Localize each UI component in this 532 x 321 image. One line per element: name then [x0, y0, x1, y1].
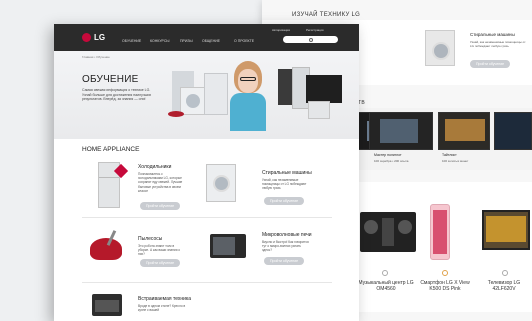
phone-image[interactable]: [430, 204, 450, 260]
back-page-heading: ИЗУЧАЙ ТЕХНИКУ LG: [292, 12, 361, 18]
search-icon: [309, 37, 313, 42]
category-desc: Познакомьтесь с холодильниками LG, котор…: [138, 172, 183, 193]
login-link[interactable]: Авторизация: [272, 28, 290, 32]
small-appliance-image: [308, 101, 330, 119]
divider: [82, 217, 332, 218]
category-desc: Вкусно и быстро! Как говорится тут о мик…: [262, 240, 309, 253]
tv-image: [306, 75, 342, 103]
back-item-title: Стиральные машины: [470, 32, 515, 37]
nav-item-training[interactable]: ОБУЧЕНИЕ: [122, 39, 141, 43]
search-input[interactable]: [283, 36, 338, 43]
tv-card-stats: 100 серебра • 200 опыта: [374, 159, 409, 163]
nav-item-prizes[interactable]: ПРИЗЫ: [180, 39, 193, 43]
tv-card-stats: 100 золотых монет: [442, 159, 469, 163]
page-title: ОБУЧЕНИЕ: [82, 74, 139, 85]
learn-button[interactable]: Пройти обучение: [264, 197, 305, 205]
presenter-face: [238, 69, 258, 93]
nav-item-about[interactable]: О ПРОЕКТЕ: [234, 39, 254, 43]
radio-icon[interactable]: [382, 270, 388, 276]
product-name[interactable]: Телевизор LG 42LF620V: [476, 280, 532, 292]
nav-item-community[interactable]: ОБЩЕНИЕ: [202, 39, 220, 43]
category-title[interactable]: Микроволновые печи: [262, 232, 312, 238]
radio-icon[interactable]: [502, 270, 508, 276]
washer-tower-image: [204, 73, 228, 115]
washer-image: [180, 87, 206, 115]
register-link[interactable]: Регистрация: [306, 28, 324, 32]
category-desc: Узнай, как незаменимые помощницы от LG п…: [262, 178, 307, 191]
front-page: LG ОБУЧЕНИЕ КОНКУРСЫ ПРИЗЫ ОБЩЕНИЕ О ПРО…: [54, 24, 359, 321]
washer-image[interactable]: [206, 164, 236, 202]
microwave-image[interactable]: [210, 234, 246, 258]
category-desc: Вроде в одном стиле? Кресло в кухне с ва…: [138, 304, 186, 313]
tv-card-title: Мастер полиглот: [374, 153, 402, 157]
product-name[interactable]: Смартфон LG X View K500 DS Pink: [418, 280, 472, 292]
tv-section-label: ТВ: [358, 100, 365, 106]
tv-thumbnail[interactable]: [438, 112, 490, 150]
tv-thumbnail[interactable]: [494, 112, 532, 150]
nav-item-contests[interactable]: КОНКУРСЫ: [150, 39, 169, 43]
top-navigation: LG ОБУЧЕНИЕ КОНКУРСЫ ПРИЗЫ ОБЩЕНИЕ О ПРО…: [54, 24, 359, 51]
breadcrumb[interactable]: Главная • Обучение: [82, 55, 110, 59]
back-washer-image: [425, 30, 455, 66]
divider: [82, 282, 332, 283]
learn-button[interactable]: Пройти обучение: [264, 257, 305, 265]
tv-thumbnail[interactable]: [369, 112, 433, 150]
category-title[interactable]: Стиральные машины: [262, 170, 312, 176]
robot-vacuum-image: [168, 111, 184, 117]
section-title: HOME APPLIANCE: [82, 146, 140, 153]
back-learn-button[interactable]: Пройти обучение: [470, 60, 511, 68]
category-title[interactable]: Встраиваемая техника: [138, 296, 191, 302]
logo-text[interactable]: LG: [94, 33, 105, 42]
category-title[interactable]: Холодильники: [138, 164, 171, 170]
presenter-shirt: [230, 93, 266, 131]
vacuum-image[interactable]: [90, 238, 122, 260]
tv-image[interactable]: [482, 210, 530, 250]
radio-icon[interactable]: [442, 270, 448, 276]
tv-card-title: Тайтлист: [442, 153, 457, 157]
category-title[interactable]: Пылесосы: [138, 236, 162, 242]
hero-description: Самая свежая информация о технике LG. Уз…: [82, 88, 152, 101]
built-in-oven-image[interactable]: [92, 294, 122, 316]
product-name[interactable]: Музыкальный центр LG OM4560: [356, 280, 416, 292]
learn-button[interactable]: Пройти обучение: [140, 259, 181, 267]
category-desc: Это робота знают толк в уборке. А как ва…: [138, 244, 181, 257]
learn-button[interactable]: Пройти обучение: [140, 202, 181, 210]
speaker-image[interactable]: [360, 212, 416, 252]
back-item-desc: Узнай, как незаменимые помощницы от LG п…: [470, 40, 526, 49]
lg-logo-icon[interactable]: [82, 33, 91, 42]
